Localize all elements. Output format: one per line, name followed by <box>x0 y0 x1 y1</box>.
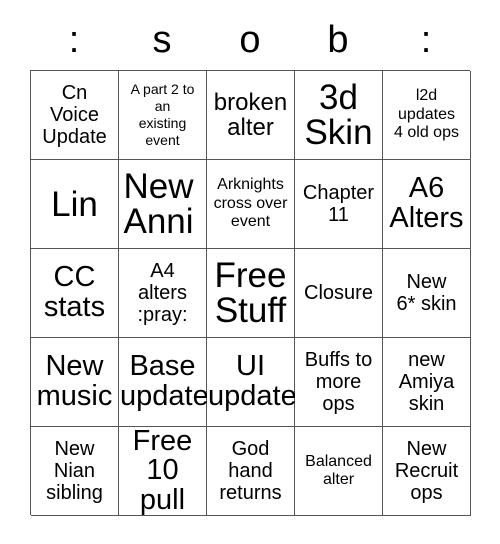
bingo-cell-label: New music <box>36 350 113 412</box>
bingo-cell[interactable]: Free Stuff <box>207 249 295 338</box>
bingo-cell[interactable]: CC stats <box>31 249 119 338</box>
bingo-cell-label: New Nian sibling <box>46 438 103 504</box>
bingo-cell[interactable]: New 6* skin <box>383 249 471 338</box>
bingo-cell[interactable]: new Amiya skin <box>383 338 471 427</box>
bingo-title-letter-1: : <box>68 19 80 61</box>
bingo-cell-label: Lin <box>51 184 98 224</box>
bingo-cell[interactable]: New Anni <box>119 160 207 249</box>
bingo-cell-label: Balanced alter <box>305 452 372 488</box>
bingo-cell-label: A6 Alters <box>389 172 464 234</box>
bingo-cell[interactable]: New music <box>31 338 119 427</box>
bingo-cell-label: Base update <box>120 350 209 412</box>
bingo-cell-label: Free Stuff <box>214 256 287 330</box>
bingo-cell[interactable]: God hand returns <box>207 427 295 516</box>
bingo-title-letter-3: o <box>239 19 261 61</box>
bingo-title-row: : s o b : <box>30 10 470 70</box>
bingo-cell[interactable]: A4 alters :pray: <box>119 249 207 338</box>
bingo-title-letter-2: s <box>152 19 172 61</box>
bingo-cell-label: Free 10 pull <box>132 424 193 516</box>
bingo-card: : s o b : Cn Voice Update A part 2 to an … <box>30 10 471 516</box>
bingo-cell[interactable]: New Recruit ops <box>383 427 471 516</box>
bingo-cell-label: UI update <box>208 350 297 412</box>
bingo-cell[interactable]: New Nian sibling <box>31 427 119 516</box>
bingo-cell[interactable]: broken alter <box>207 71 295 160</box>
bingo-cell-label: CC stats <box>43 261 106 323</box>
bingo-cell[interactable]: A part 2 to an existing event <box>119 71 207 160</box>
bingo-cell[interactable]: Cn Voice Update <box>31 71 119 160</box>
bingo-cell[interactable]: Arknights cross over event <box>207 160 295 249</box>
bingo-cell[interactable]: l2d updates 4 old ops <box>383 71 471 160</box>
bingo-cell[interactable]: A6 Alters <box>383 160 471 249</box>
bingo-cell-label: 3d Skin <box>304 78 373 152</box>
bingo-cell-label: new Amiya skin <box>398 349 455 415</box>
bingo-cell[interactable]: Lin <box>31 160 119 249</box>
bingo-grid: Cn Voice Update A part 2 to an existing e… <box>30 70 471 516</box>
bingo-cell[interactable]: UI update <box>207 338 297 427</box>
bingo-cell-label: broken alter <box>213 88 288 141</box>
bingo-cell[interactable]: Chapter 11 <box>295 160 383 249</box>
bingo-cell-label: New Anni <box>123 167 194 241</box>
bingo-cell-label: l2d updates 4 old ops <box>394 87 459 142</box>
bingo-cell-label: Closure <box>304 282 373 304</box>
bingo-cell[interactable]: Balanced alter <box>295 427 383 516</box>
bingo-cell-label: A part 2 to an existing event <box>130 81 195 148</box>
bingo-cell[interactable]: Closure <box>295 249 383 338</box>
bingo-title-letter-4: b <box>327 19 349 61</box>
bingo-cell-label: A4 alters :pray: <box>137 260 188 326</box>
bingo-cell[interactable]: 3d Skin <box>295 71 383 160</box>
bingo-title-letter-5: : <box>420 19 432 61</box>
bingo-cell[interactable]: Base update <box>119 338 209 427</box>
bingo-cell-label: Buffs to more ops <box>304 349 373 415</box>
bingo-cell-label: Arknights cross over event <box>213 176 288 231</box>
bingo-cell-label: Chapter 11 <box>302 182 375 226</box>
bingo-cell-label: Cn Voice Update <box>42 82 107 148</box>
bingo-cell-label: New Recruit ops <box>394 438 459 504</box>
bingo-cell[interactable]: Buffs to more ops <box>295 338 383 427</box>
bingo-cell-label: God hand returns <box>219 438 282 504</box>
bingo-cell-label: New 6* skin <box>396 271 457 315</box>
bingo-cell[interactable]: Free 10 pull <box>119 424 207 516</box>
